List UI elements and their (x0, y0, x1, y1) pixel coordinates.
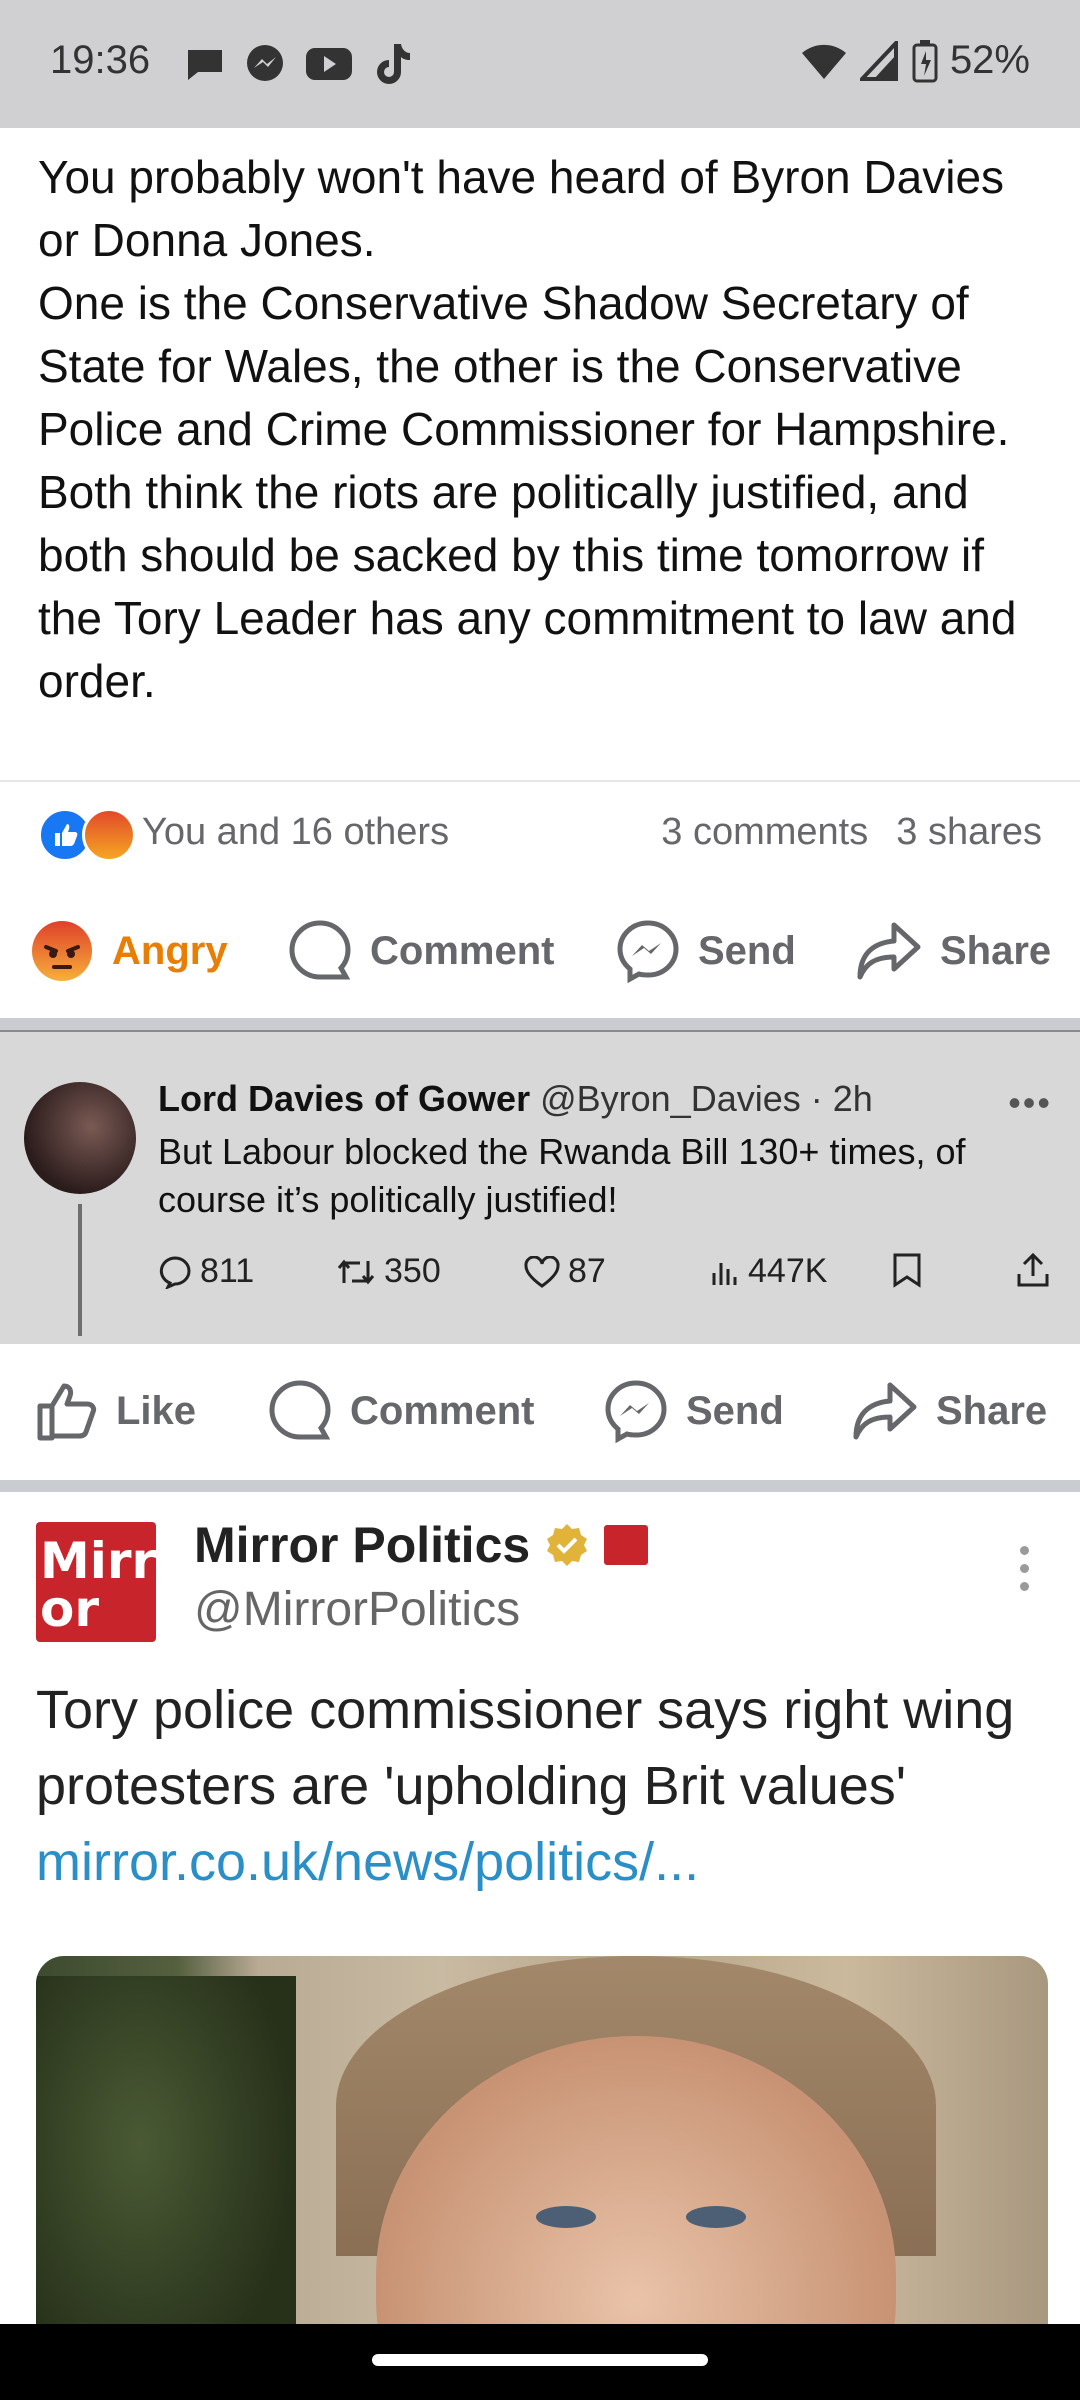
photo-tree (36, 1976, 296, 2356)
post-paragraph: You probably won't have heard of Byron D… (38, 151, 1005, 266)
comment-icon (289, 920, 351, 980)
article-photo[interactable] (36, 1956, 1048, 2356)
battery-icon (912, 39, 938, 82)
status-time: 19:36 (50, 38, 151, 82)
mirror-post-text: Tory police commissioner says right wing… (36, 1672, 1046, 1900)
share-label: Share (936, 1388, 1048, 1433)
messenger-send-icon (605, 1380, 667, 1443)
tweet-avatar (24, 1082, 136, 1194)
mirror-logo[interactable]: Mirr or (36, 1522, 156, 1642)
retweet-icon (337, 1259, 375, 1284)
tweet-header: Lord Davies of Gower @Byron_Davies · 2h (158, 1078, 873, 1120)
tweet-author-name: Lord Davies of Gower (158, 1078, 531, 1119)
angry-face-icon (32, 921, 92, 981)
youtube-icon (306, 48, 352, 80)
tweet-handle: @Byron_Davies (540, 1078, 801, 1119)
send-label: Send (686, 1388, 784, 1433)
signal-icon (859, 40, 898, 81)
messenger-icon (247, 45, 283, 81)
reply-icon (159, 1255, 191, 1289)
like-count: 87 (568, 1252, 606, 1290)
thread-line (78, 1204, 82, 1336)
more-options-icon[interactable] (1020, 1546, 1030, 1600)
tweet-likes: 87 (524, 1252, 606, 1291)
tweet-replies: 811 (158, 1252, 254, 1291)
bookmark-icon (892, 1252, 922, 1288)
retweet-count: 350 (384, 1252, 441, 1290)
like-icon (37, 1383, 97, 1441)
views-count: 447K (748, 1252, 828, 1290)
comment-label: Comment (350, 1388, 535, 1433)
comment-label: Comment (370, 928, 555, 973)
views-icon (712, 1262, 737, 1285)
reactions-count[interactable]: You and 16 others (142, 811, 449, 854)
tweet-metrics: 811 350 87 447K (158, 1252, 1054, 1302)
post-text: You probably won't have heard of Byron D… (38, 146, 1048, 713)
reaction-stats-row[interactable]: You and 16 others 3 comments 3 shares (38, 800, 1042, 864)
chat-icon (188, 50, 222, 80)
send-label: Send (698, 928, 796, 973)
angry-reaction-button[interactable]: Angry (30, 919, 228, 983)
share-label: Share (940, 928, 1052, 973)
send-button[interactable]: Send (604, 1379, 784, 1443)
mirror-handle: @MirrorPolitics (194, 1583, 521, 1636)
shares-count[interactable]: 3 shares (896, 811, 1042, 854)
navigation-bar (0, 2324, 1080, 2400)
wifi-icon (801, 44, 846, 79)
tweet-retweets: 350 (336, 1252, 441, 1291)
headline-text: Tory police commissioner says right wing… (36, 1680, 1015, 1816)
share-icon (857, 922, 921, 980)
status-right: 52% (800, 38, 1030, 83)
mirror-account-name[interactable]: Mirror Politics (194, 1516, 649, 1574)
comment-button[interactable]: Comment (268, 1379, 534, 1443)
angry-label: Angry (112, 928, 228, 973)
tweet-views: 447K (710, 1252, 827, 1291)
status-bar: 19:36 52% (0, 0, 1080, 128)
tiktok-icon (377, 44, 410, 84)
post-paragraph: Both think the riots are politically jus… (38, 466, 1017, 707)
home-gesture-handle[interactable] (372, 2354, 708, 2366)
post-paragraph: One is the Conservative Shadow Secretary… (38, 277, 1010, 455)
battery-percent: 52% (949, 38, 1030, 82)
reply-count: 811 (200, 1252, 255, 1290)
verified-badge-icon (547, 1524, 588, 1566)
post-separator (0, 1018, 1080, 1030)
share-icon (853, 1382, 917, 1440)
post-separator (0, 1480, 1080, 1492)
photo-eye (686, 2206, 746, 2228)
upload-icon (1016, 1252, 1050, 1288)
share-button[interactable]: Share (852, 1381, 1047, 1441)
tweet-screenshot[interactable]: Lord Davies of Gower @Byron_Davies · 2h … (0, 1030, 1080, 1344)
comment-icon (269, 1380, 331, 1440)
like-label: Like (116, 1388, 197, 1433)
tweet-text: But Labour blocked the Rwanda Bill 130+ … (158, 1131, 966, 1220)
post-action-bar: Like Comment Send Share (0, 1356, 1080, 1466)
like-button[interactable]: Like (36, 1380, 196, 1442)
account-name: Mirror Politics (194, 1517, 531, 1573)
comment-button[interactable]: Comment (288, 919, 554, 983)
heart-icon (524, 1255, 560, 1288)
angry-reaction-icon (82, 808, 136, 862)
messenger-send-icon (617, 920, 679, 983)
mirror-mini-logo-icon (604, 1525, 649, 1565)
post-action-bar: Angry Comment Send Share (0, 896, 1080, 1006)
photo-eye (536, 2206, 596, 2228)
comments-count[interactable]: 3 comments (661, 811, 868, 854)
reaction-icons (38, 804, 142, 862)
article-link[interactable]: mirror.co.uk/news/politics/... (36, 1832, 699, 1892)
share-button[interactable]: Share (856, 921, 1051, 981)
divider (0, 780, 1080, 782)
tweet-more-icon: ••• (1008, 1082, 1052, 1123)
notification-icons (184, 42, 412, 86)
tweet-time: · 2h (810, 1078, 873, 1119)
send-button[interactable]: Send (616, 919, 796, 983)
